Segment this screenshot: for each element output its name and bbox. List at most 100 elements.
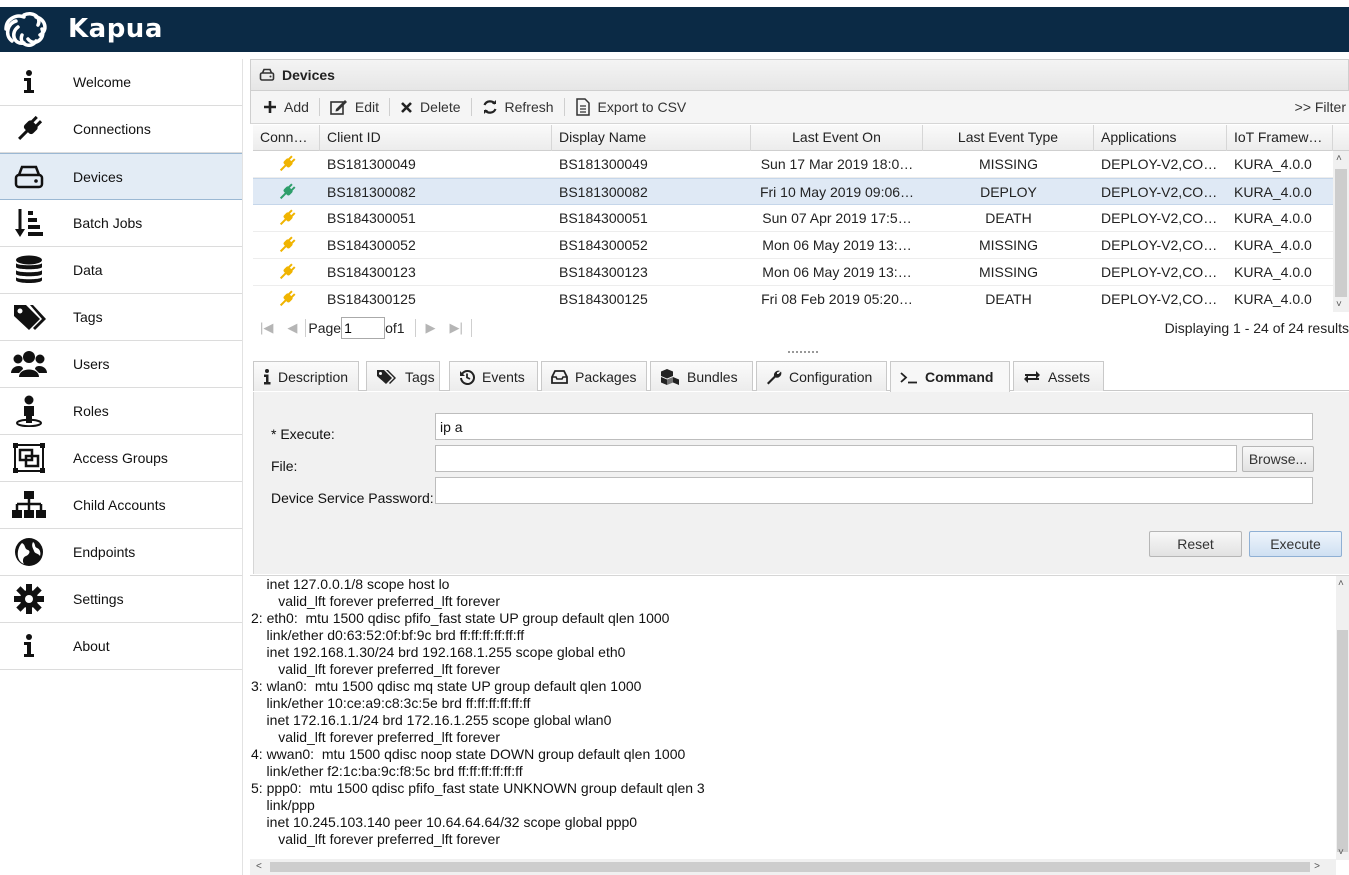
output-line: inet 10.245.103.140 peer 10.64.64.64/32 …	[251, 814, 638, 830]
sidebar-item-welcome[interactable]: Welcome	[0, 59, 242, 106]
password-input[interactable]	[435, 477, 1313, 504]
scroll-right-icon[interactable]: >	[1314, 861, 1320, 872]
scroll-down-icon[interactable]: ˅	[1338, 847, 1344, 858]
cell-client-id: BS184300125	[327, 291, 416, 307]
browse-button[interactable]: Browse...	[1242, 446, 1314, 472]
sidebar-item-data[interactable]: Data	[0, 247, 242, 294]
sidebar-item-tags[interactable]: Tags	[0, 294, 242, 341]
tab-assets[interactable]: Assets	[1013, 361, 1104, 391]
tab-label: Assets	[1048, 368, 1091, 385]
grid-vertical-scrollbar[interactable]: ˄ ˅	[1333, 151, 1349, 312]
tab-events[interactable]: Events	[449, 361, 538, 391]
app-name: Kapua	[68, 14, 163, 44]
execute-input[interactable]	[435, 413, 1313, 440]
column-header[interactable]: Conn…	[253, 125, 320, 151]
exchange-icon	[1023, 370, 1048, 384]
cell-client-id: BS181300082	[327, 183, 416, 200]
output-line: 2: eth0: mtu 1500 qdisc pfifo_fast state…	[251, 610, 670, 626]
scroll-thumb[interactable]	[270, 862, 1310, 872]
inbox-icon	[551, 369, 575, 384]
sidebar-item-settings[interactable]: Settings	[0, 576, 242, 623]
sidebar-item-batch-jobs[interactable]: Batch Jobs	[0, 200, 242, 247]
sidebar-item-child-accounts[interactable]: Child Accounts	[0, 482, 242, 529]
cubes-icon	[660, 368, 687, 385]
cell-display-name: BS184300052	[559, 237, 648, 253]
tab-tags[interactable]: Tags	[366, 361, 440, 391]
last-page-icon[interactable]: ▶|	[450, 320, 463, 336]
output-line: inet 172.16.1.1/24 brd 172.16.1.255 scop…	[251, 712, 612, 728]
sidebar-item-devices[interactable]: Devices	[0, 153, 242, 200]
cell-framework: KURA_4.0.0	[1234, 237, 1312, 253]
sidebar-item-about[interactable]: About	[0, 623, 242, 670]
export-csv-button[interactable]: Export to CSV	[575, 98, 695, 116]
execute-button[interactable]: Execute	[1249, 531, 1342, 557]
table-row[interactable]: BS184300051 BS184300051 Sun 07 Apr 2019 17…	[253, 205, 1333, 232]
disconnected-plug-icon	[279, 209, 295, 226]
connection-status-cell	[253, 262, 320, 282]
scroll-down-icon[interactable]: ˅	[1336, 299, 1342, 310]
output-horizontal-scrollbar[interactable]: < >	[250, 859, 1336, 875]
file-input[interactable]	[435, 445, 1237, 472]
prev-page-icon[interactable]: ◀	[287, 320, 297, 336]
column-header[interactable]: IoT Framew…	[1227, 125, 1333, 151]
delete-button[interactable]: Delete	[400, 99, 468, 115]
scroll-thumb[interactable]	[1335, 169, 1347, 297]
output-line: link/ether d0:63:52:0f:bf:9c brd ff:ff:f…	[251, 627, 525, 643]
tags-icon	[0, 294, 73, 341]
column-header[interactable]: Last Event On	[751, 125, 923, 151]
tab-command[interactable]: Command	[890, 361, 1010, 392]
tab-bundles[interactable]: Bundles	[650, 361, 753, 391]
tab-configuration[interactable]: Configuration	[756, 361, 887, 391]
pager-separator	[414, 319, 416, 337]
scroll-up-icon[interactable]: ˄	[1336, 153, 1342, 164]
cell-client-id: BS184300123	[327, 264, 416, 280]
sidebar-item-endpoints[interactable]: Endpoints	[0, 529, 242, 576]
scroll-thumb[interactable]	[1337, 630, 1348, 852]
table-row[interactable]: BS184300052 BS184300052 Mon 06 May 2019 13…	[253, 232, 1333, 259]
cell-framework: KURA_4.0.0	[1234, 210, 1312, 226]
page-input[interactable]	[341, 317, 386, 339]
table-row[interactable]: BS184300123 BS184300123 Mon 06 May 2019 13…	[253, 259, 1333, 286]
cell-client-id: BS184300051	[327, 210, 416, 226]
column-header[interactable]: Client ID	[320, 125, 552, 151]
output-line: link/ether 10:ce:a9:c8:3c:5e brd ff:ff:f…	[251, 695, 531, 711]
app-logo[interactable]: Kapua	[2, 9, 163, 49]
top-strip	[0, 0, 1349, 7]
sidebar-item-connections[interactable]: Connections	[0, 106, 242, 153]
tab-packages[interactable]: Packages	[541, 361, 647, 391]
sidebar-item-users[interactable]: Users	[0, 341, 242, 388]
cell-display-name: BS184300125	[559, 291, 648, 307]
page-of-label: of1	[385, 320, 405, 336]
table-row[interactable]: BS181300049 BS181300049 Sun 17 Mar 2019 18…	[253, 151, 1333, 178]
table-row[interactable]: BS181300082 BS181300082 Fri 10 May 2019 09…	[253, 178, 1333, 205]
cell-last-event-type: MISSING	[978, 237, 1039, 253]
splitter-handle[interactable]	[788, 351, 818, 355]
sidebar-item-label: Roles	[73, 403, 109, 419]
table-row[interactable]: BS184300125 BS184300125 Fri 08 Feb 2019 05…	[253, 286, 1333, 312]
output-line: link/ether f2:1c:ba:9c:f8:5c brd ff:ff:f…	[251, 763, 523, 779]
scroll-left-icon[interactable]: <	[256, 861, 262, 872]
sidebar-item-access-groups[interactable]: Access Groups	[0, 435, 242, 482]
toolbar-separator	[318, 98, 320, 116]
cell-applications: DEPLOY-V2,CO…	[1101, 237, 1218, 253]
refresh-button[interactable]: Refresh	[482, 99, 562, 115]
cell-last-event-on: Mon 06 May 2019 13:…	[762, 237, 912, 253]
reset-button[interactable]: Reset	[1149, 531, 1242, 557]
column-header[interactable]: Applications	[1094, 125, 1227, 151]
hdd-icon	[0, 153, 73, 200]
sidebar-item-roles[interactable]: Roles	[0, 388, 242, 435]
first-page-icon[interactable]: |◀	[260, 320, 273, 336]
history-icon	[459, 369, 482, 385]
edit-label: Edit	[354, 99, 380, 115]
add-button[interactable]: Add	[263, 99, 317, 115]
scroll-up-icon[interactable]: ˄	[1338, 578, 1344, 589]
tab-description[interactable]: Description	[253, 361, 359, 391]
output-vertical-scrollbar[interactable]: ˄ ˅	[1336, 576, 1349, 860]
grid-body: BS181300049 BS181300049 Sun 17 Mar 2019 18…	[253, 151, 1333, 312]
next-page-icon[interactable]: ▶	[426, 320, 436, 336]
column-header[interactable]: Display Name	[552, 125, 751, 151]
column-header[interactable]: Last Event Type	[923, 125, 1094, 151]
pager-display: Displaying 1 - 24 of 24 results	[1164, 320, 1349, 336]
filter-toggle[interactable]: >> Filter	[1295, 99, 1346, 115]
edit-button[interactable]: Edit	[330, 99, 387, 115]
